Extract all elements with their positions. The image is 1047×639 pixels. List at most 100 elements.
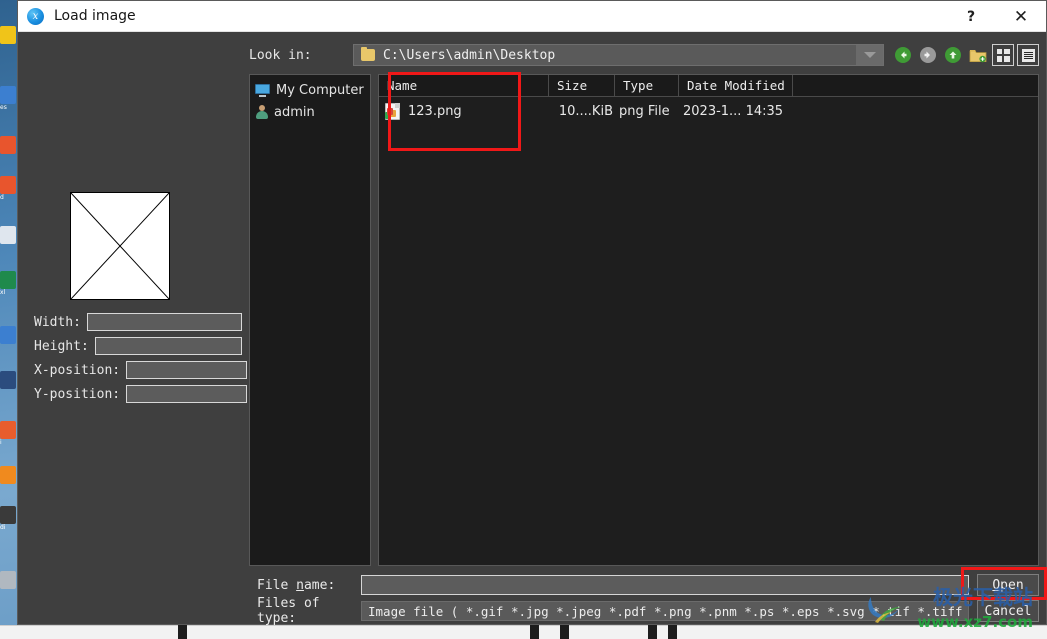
taskbar-item[interactable]: [560, 625, 569, 639]
shortcuts-sidebar: My Computer admin: [249, 74, 371, 566]
desktop-icon[interactable]: [0, 466, 16, 496]
file-date-cell: 2023-1... 14:35: [683, 103, 784, 119]
x-position-field-row: X-position:: [34, 360, 248, 380]
broken-image-placeholder-icon: [70, 192, 170, 300]
desktop-icon[interactable]: xl: [0, 271, 16, 301]
png-file-icon: [385, 102, 400, 120]
desktop-icon-glyph: [0, 26, 16, 44]
load-image-dialog: x Load image ? ✕ Width: Height: X-positi…: [17, 0, 1047, 626]
y-position-label: Y-position:: [34, 386, 121, 402]
desktop-icon[interactable]: es: [0, 86, 16, 116]
desktop-icon-glyph: [0, 271, 16, 289]
desktop-icon-glyph: [0, 326, 16, 344]
column-header-type[interactable]: Type: [615, 75, 679, 96]
file-type-cell: png File: [619, 103, 670, 119]
width-field-row: Width:: [34, 312, 242, 332]
taskbar-item[interactable]: [530, 625, 539, 639]
desktop-icon-label: es: [0, 104, 7, 111]
folder-icon: [361, 47, 375, 61]
file-list[interactable]: Name Size Type Date Modified 123.png 10.…: [378, 74, 1039, 566]
file-name-label: File name:: [257, 578, 361, 593]
file-name-label-pre: File: [257, 577, 297, 593]
icon-view-button[interactable]: [992, 44, 1014, 66]
open-button[interactable]: Open: [977, 574, 1039, 596]
app-icon: x: [27, 7, 44, 25]
file-name-label-accel: n: [296, 577, 304, 593]
help-button[interactable]: ?: [948, 1, 994, 32]
back-button[interactable]: [892, 44, 914, 66]
open-button-label: pen: [1000, 577, 1024, 593]
sidebar-item-admin[interactable]: admin: [252, 101, 368, 123]
desktop-icon-glyph: [0, 506, 16, 524]
title-bar: x Load image ? ✕: [18, 1, 1046, 32]
taskbar-item[interactable]: [178, 625, 187, 639]
dialog-footer: File name: Open Files of type: Image fil…: [249, 566, 1039, 626]
files-of-type-combobox[interactable]: Image file ( *.gif *.jpg *.jpeg *.pdf *.…: [361, 601, 969, 621]
browser-panes: My Computer admin Name Size Type Date Mo…: [249, 74, 1039, 566]
desktop-icon-label: i: [0, 439, 2, 446]
look-in-path: C:\Users\admin\Desktop: [383, 47, 556, 63]
desktop-icon-glyph: [0, 571, 16, 589]
desktop-icon[interactable]: [0, 326, 16, 356]
file-name-input[interactable]: [361, 575, 969, 595]
user-icon: [255, 105, 268, 119]
close-button[interactable]: ✕: [998, 1, 1044, 32]
desktop-icon-label: d: [0, 194, 4, 201]
desktop-icon[interactable]: [0, 26, 16, 56]
look-in-combobox[interactable]: C:\Users\admin\Desktop: [353, 44, 884, 66]
x-position-label: X-position:: [34, 362, 121, 378]
chevron-down-icon[interactable]: [856, 45, 883, 65]
desktop-icon-label: di: [0, 524, 6, 531]
desktop-icon[interactable]: [0, 571, 16, 601]
file-browser: Look in: C:\Users\admin\Desktop My Compu…: [249, 32, 1047, 626]
file-list-rows: 123.png 10....KiB png File 2023-1... 14:…: [379, 97, 1038, 565]
taskbar-item[interactable]: [668, 625, 677, 639]
file-size-cell: 10....KiB: [558, 103, 613, 119]
height-field-row: Height:: [34, 336, 242, 356]
desktop-icon-label: xl: [0, 289, 6, 296]
sidebar-item-label: My Computer: [276, 82, 364, 98]
file-name-label-post: ame:: [303, 577, 336, 593]
sidebar-item-my-computer[interactable]: My Computer: [252, 79, 368, 101]
file-list-header: Name Size Type Date Modified: [379, 75, 1038, 97]
height-label: Height:: [34, 338, 89, 354]
desktop-icon[interactable]: [0, 136, 16, 166]
height-input[interactable]: [94, 337, 242, 355]
column-header-size[interactable]: Size: [549, 75, 615, 96]
files-of-type-row: Files of type: Image file ( *.gif *.jpg …: [249, 596, 1039, 626]
table-row[interactable]: 123.png 10....KiB png File 2023-1... 14:…: [379, 97, 1038, 125]
desktop-icon[interactable]: i: [0, 421, 16, 451]
y-position-input[interactable]: [126, 385, 248, 403]
computer-icon: [255, 83, 270, 97]
desktop-icon[interactable]: [0, 371, 16, 401]
desktop-icon-glyph: [0, 466, 16, 484]
desktop-icon-glyph: [0, 421, 16, 439]
look-in-row: Look in: C:\Users\admin\Desktop: [249, 32, 1039, 74]
sidebar-item-label: admin: [274, 104, 315, 120]
image-preview-pane: Width: Height: X-position: Y-position:: [18, 32, 249, 624]
y-position-field-row: Y-position:: [34, 384, 248, 404]
desktop-icon[interactable]: [0, 226, 16, 256]
width-input[interactable]: [86, 313, 242, 331]
dialog-body: Width: Height: X-position: Y-position: L…: [18, 32, 1047, 626]
forward-button[interactable]: [917, 44, 939, 66]
desktop-icon-glyph: [0, 226, 16, 244]
desktop-icon-glyph: [0, 176, 16, 194]
x-position-input[interactable]: [126, 361, 248, 379]
desktop-icon-column: es d xl i di: [0, 26, 16, 626]
taskbar[interactable]: [0, 625, 1047, 639]
desktop-icon[interactable]: d: [0, 176, 16, 206]
new-folder-button[interactable]: [967, 44, 989, 66]
desktop-icon-glyph: [0, 86, 16, 104]
taskbar-item[interactable]: [648, 625, 657, 639]
desktop-icon[interactable]: di: [0, 506, 16, 536]
cancel-button[interactable]: Cancel: [977, 600, 1039, 622]
look-in-label: Look in:: [249, 47, 312, 63]
parent-directory-button[interactable]: [942, 44, 964, 66]
open-button-accel: O: [992, 577, 1001, 593]
navigation-toolbar: [892, 44, 1039, 66]
column-header-date-modified[interactable]: Date Modified: [679, 75, 793, 96]
detail-view-button[interactable]: [1017, 44, 1039, 66]
window-title: Load image: [54, 8, 136, 24]
column-header-name[interactable]: Name: [379, 75, 549, 96]
